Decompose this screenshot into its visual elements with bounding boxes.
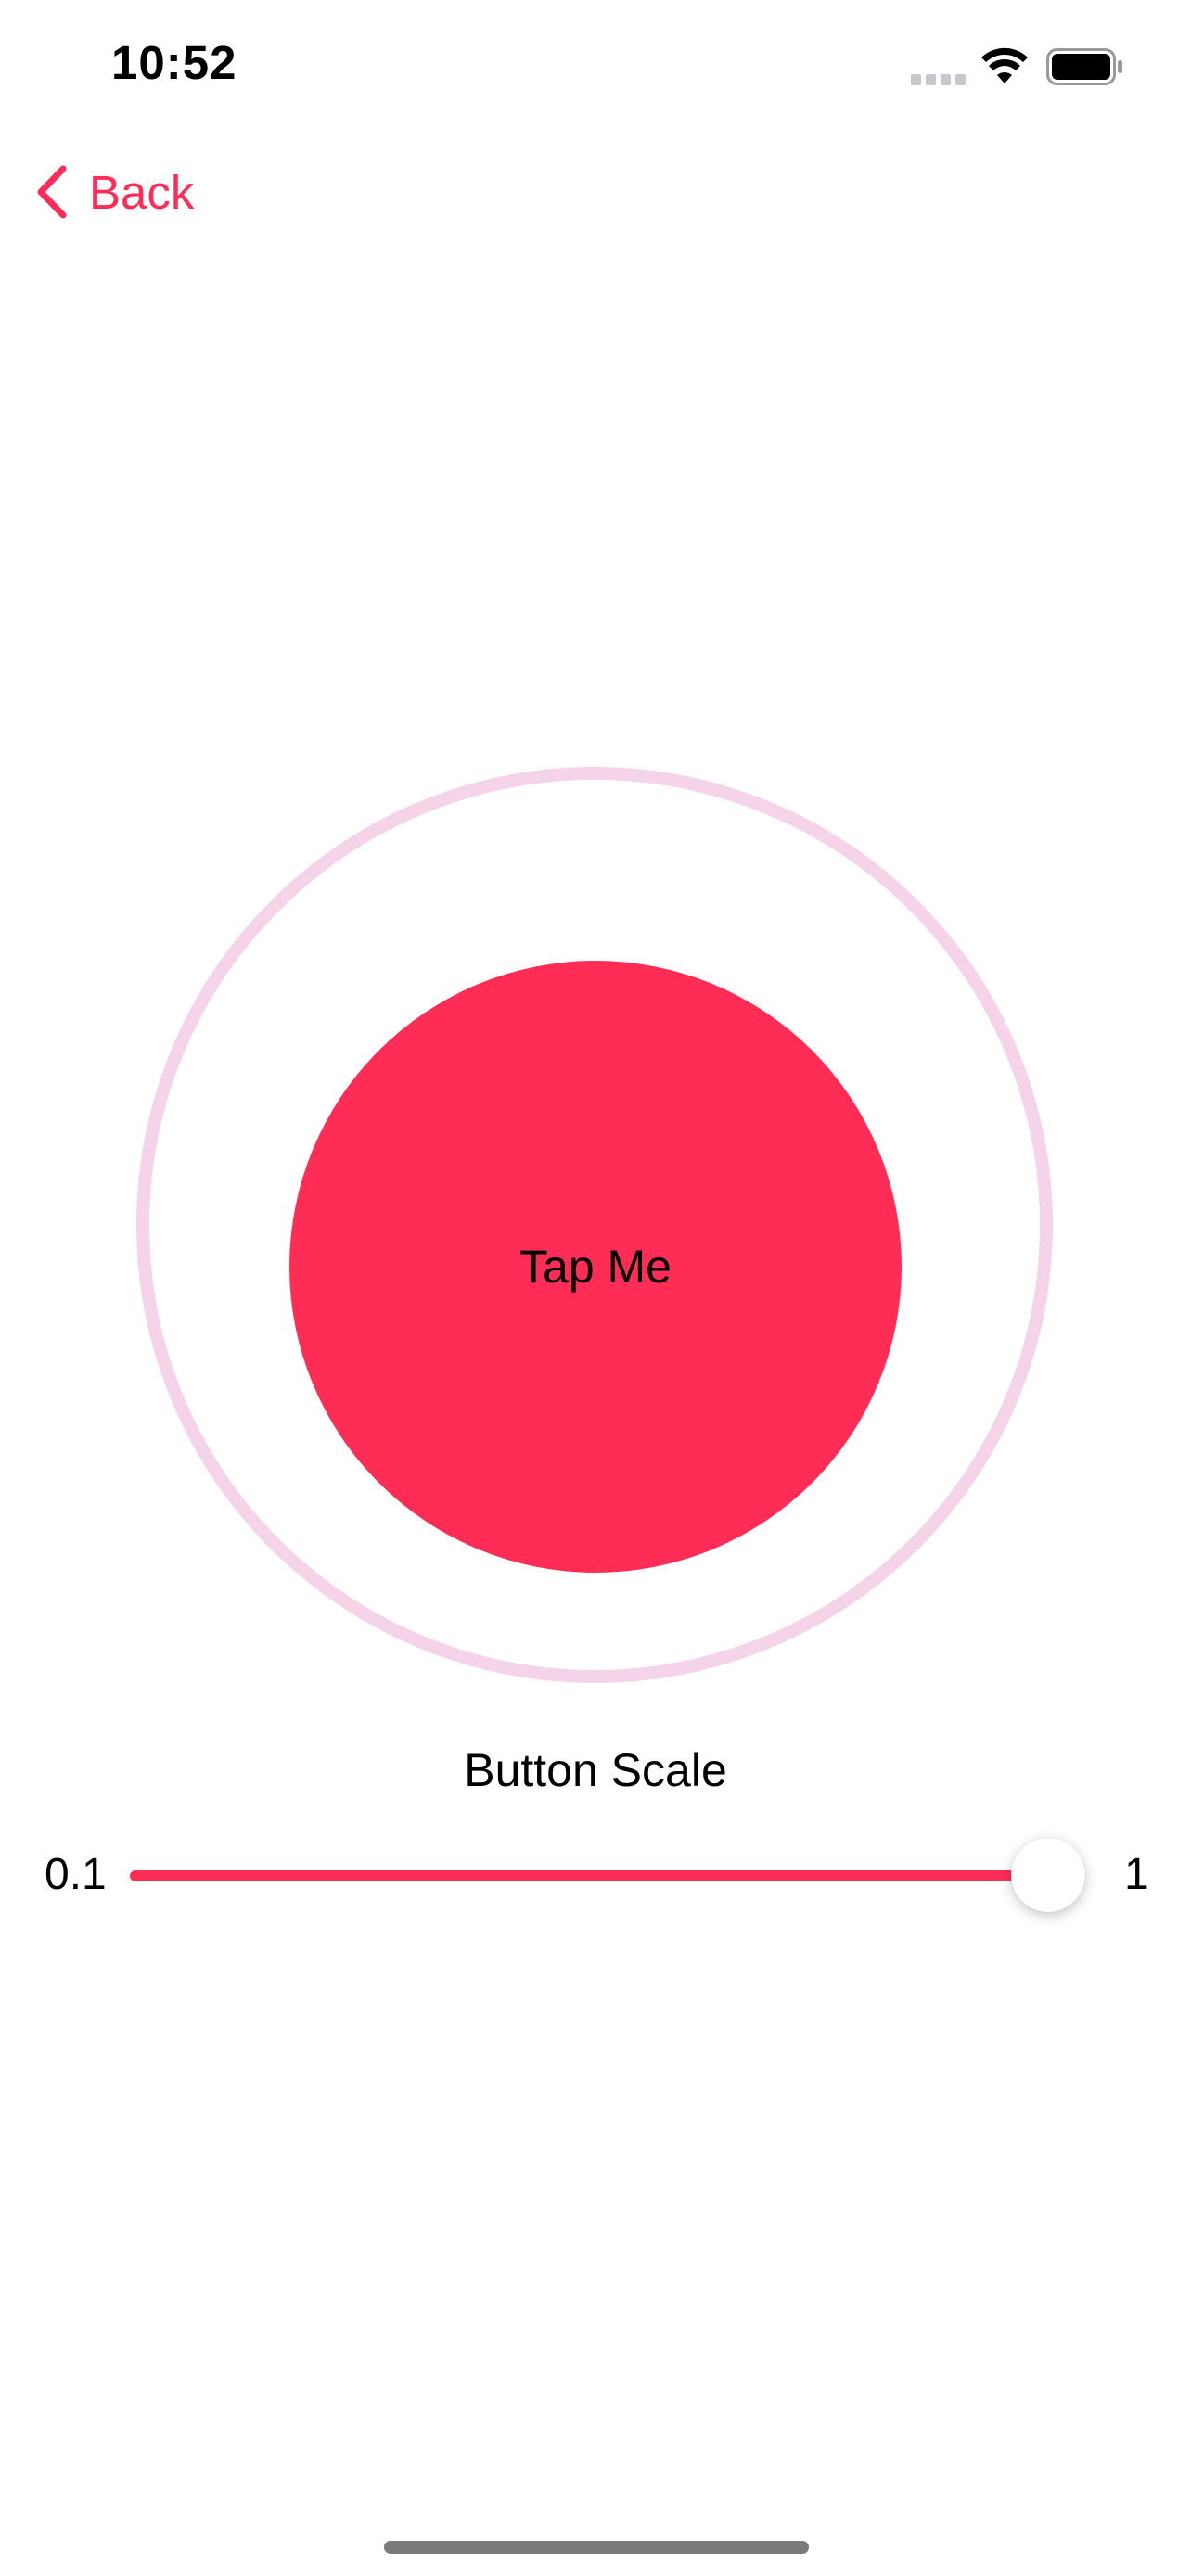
slider-max-label: 1 (1124, 1850, 1149, 1899)
tap-me-label: Tap Me (519, 1241, 672, 1293)
home-indicator (384, 2541, 809, 2554)
status-time: 10:52 (111, 36, 237, 89)
tap-me-button[interactable]: Tap Me (289, 961, 902, 1573)
back-button[interactable]: Back (33, 159, 194, 224)
slider-fill (130, 1870, 1067, 1881)
status-bar: 10:52 (0, 0, 1191, 139)
signal-icon (911, 74, 966, 85)
slider-title: Button Scale (464, 1744, 727, 1796)
slider-track[interactable] (130, 1870, 1067, 1881)
slider-min-label: 0.1 (45, 1850, 107, 1899)
back-label: Back (89, 165, 195, 219)
chevron-left-icon (37, 165, 67, 219)
slider-thumb[interactable] (1011, 1838, 1085, 1912)
wifi-icon (981, 47, 1028, 83)
battery-icon (1046, 48, 1122, 85)
